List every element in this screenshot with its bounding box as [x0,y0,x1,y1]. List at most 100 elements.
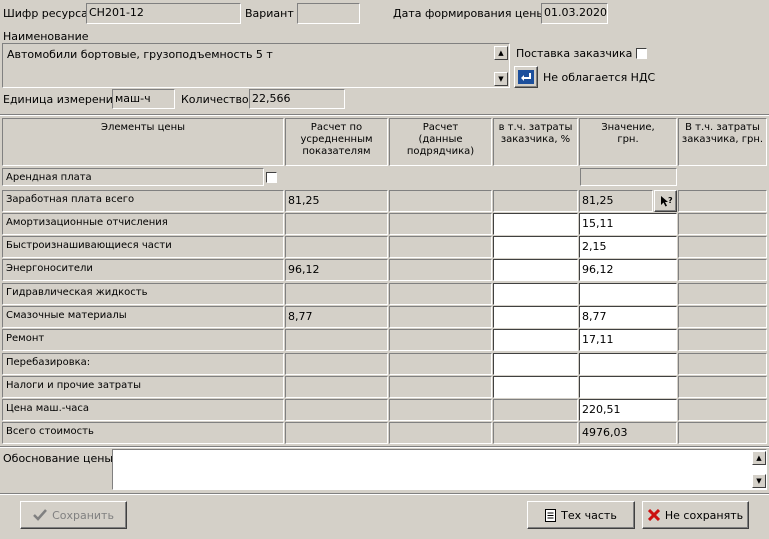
repair-value[interactable]: 17,11 [579,329,677,351]
energy-customer-pct[interactable] [493,259,578,281]
hydraulic-value[interactable] [579,283,677,305]
name-text: Автомобили бортовые, грузоподъемность 5 … [7,48,273,61]
table-separator [0,446,769,448]
rent-checkbox[interactable] [266,172,277,183]
header-separator [0,114,769,116]
tech-part-button[interactable]: Тех часть [527,501,635,529]
value-help-button[interactable]: ? [654,190,677,212]
vat-button[interactable] [514,66,538,88]
total-value: 4976,03 [579,422,677,444]
row-label-hydraulic: Гидравлическая жидкость [2,283,284,305]
row-label-repair: Ремонт [2,329,284,351]
hour-price-value[interactable]: 220,51 [579,399,677,421]
name-field[interactable]: Автомобили бортовые, грузоподъемность 5 … [2,43,510,88]
checkmark-icon [33,509,47,521]
relocation-value[interactable] [579,353,677,375]
row-label-taxes: Налоги и прочие затраты [2,376,284,398]
relocation-customer-pct[interactable] [493,353,578,375]
price-date-field[interactable]: 01.03.2020 [541,3,608,24]
relocation-contractor [389,353,492,375]
lubricants-contractor [389,306,492,328]
taxes-contractor [389,376,492,398]
depreciation-customer-pct[interactable] [493,213,578,235]
x-icon [647,509,660,521]
row-label-total: Всего стоимость [2,422,284,444]
hydraulic-customer-pct[interactable] [493,283,578,305]
energy-avg: 96,12 [285,259,388,281]
justification-scroll-down-icon[interactable]: ▼ [752,474,766,488]
pointer-help-icon: ? [660,196,673,207]
wear-parts-customer-pct[interactable] [493,236,578,258]
row-label-energy: Энергоносители [2,259,284,281]
row-label-lubricants: Смазочные материалы [2,306,284,328]
taxes-avg [285,376,388,398]
vat-label: Не облагается НДС [543,71,656,84]
resource-code-field[interactable]: СН201-12 [86,3,241,24]
variant-field[interactable] [297,3,360,24]
variant-label: Вариант [245,7,294,20]
energy-customer-uah [678,259,767,281]
name-label: Наименование [3,30,89,43]
taxes-customer-uah [678,376,767,398]
hydraulic-customer-uah [678,283,767,305]
save-button-label: Сохранить [52,508,114,522]
arrow-return-icon [518,70,534,84]
depreciation-customer-uah [678,213,767,235]
row-label-wear-parts: Быстроизнашивающиеся части [2,236,284,258]
col-header-elements: Элементы цены [2,118,284,166]
name-scroll-up-icon[interactable]: ▲ [494,46,508,60]
tech-part-button-label: Тех часть [561,508,617,522]
hydraulic-avg [285,283,388,305]
lubricants-avg: 8,77 [285,306,388,328]
total-customer-pct [493,422,578,444]
quantity-label: Количество [181,93,249,106]
energy-contractor [389,259,492,281]
depreciation-value[interactable]: 15,11 [579,213,677,235]
name-scroll-down-icon[interactable]: ▼ [494,72,508,86]
footer-separator [0,493,769,495]
salary-value: 81,25 [579,190,653,212]
col-header-customer-uah: В т.ч. затраты заказчика, грн. [678,118,767,166]
unit-field[interactable]: маш-ч [112,89,175,109]
total-customer-uah [678,422,767,444]
hour-price-customer-uah [678,399,767,421]
hour-price-customer-pct [493,399,578,421]
justification-field[interactable] [112,449,767,490]
wear-parts-value[interactable]: 2,15 [579,236,677,258]
lubricants-customer-uah [678,306,767,328]
repair-contractor [389,329,492,351]
row-label-hour-price: Цена маш.-часа [2,399,284,421]
salary-contractor [389,190,492,212]
depreciation-contractor [389,213,492,235]
repair-customer-pct[interactable] [493,329,578,351]
justification-scroll-up-icon[interactable]: ▲ [752,451,766,465]
price-date-label: Дата формирования цены [393,7,546,20]
salary-customer-pct [493,190,578,212]
resource-code-label: Шифр ресурса [3,7,88,20]
lubricants-value[interactable]: 8,77 [579,306,677,328]
salary-avg: 81,25 [285,190,388,212]
customer-supply-label: Поставка заказчика [516,47,633,60]
energy-value[interactable]: 96,12 [579,259,677,281]
dont-save-button[interactable]: Не сохранять [642,501,749,529]
wear-parts-customer-uah [678,236,767,258]
taxes-customer-pct[interactable] [493,376,578,398]
lubricants-customer-pct[interactable] [493,306,578,328]
document-icon [545,508,557,522]
taxes-value[interactable] [579,376,677,398]
svg-text:?: ? [668,196,673,205]
justification-label: Обоснование цены [3,452,114,465]
salary-customer-uah [678,190,767,212]
customer-supply-checkbox[interactable] [636,48,647,59]
relocation-avg [285,353,388,375]
col-header-contractor: Расчет (данные подрядчика) [389,118,492,166]
save-button[interactable]: Сохранить [20,501,127,529]
col-header-customer-pct: в т.ч. затраты заказчика, % [493,118,578,166]
rent-value [580,168,677,186]
total-avg [285,422,388,444]
hour-price-avg [285,399,388,421]
row-label-relocation: Перебазировка: [2,353,284,375]
quantity-field[interactable]: 22,566 [249,89,345,109]
row-label-depreciation: Амортизационные отчисления [2,213,284,235]
row-label-rent: Арендная плата [2,168,264,186]
